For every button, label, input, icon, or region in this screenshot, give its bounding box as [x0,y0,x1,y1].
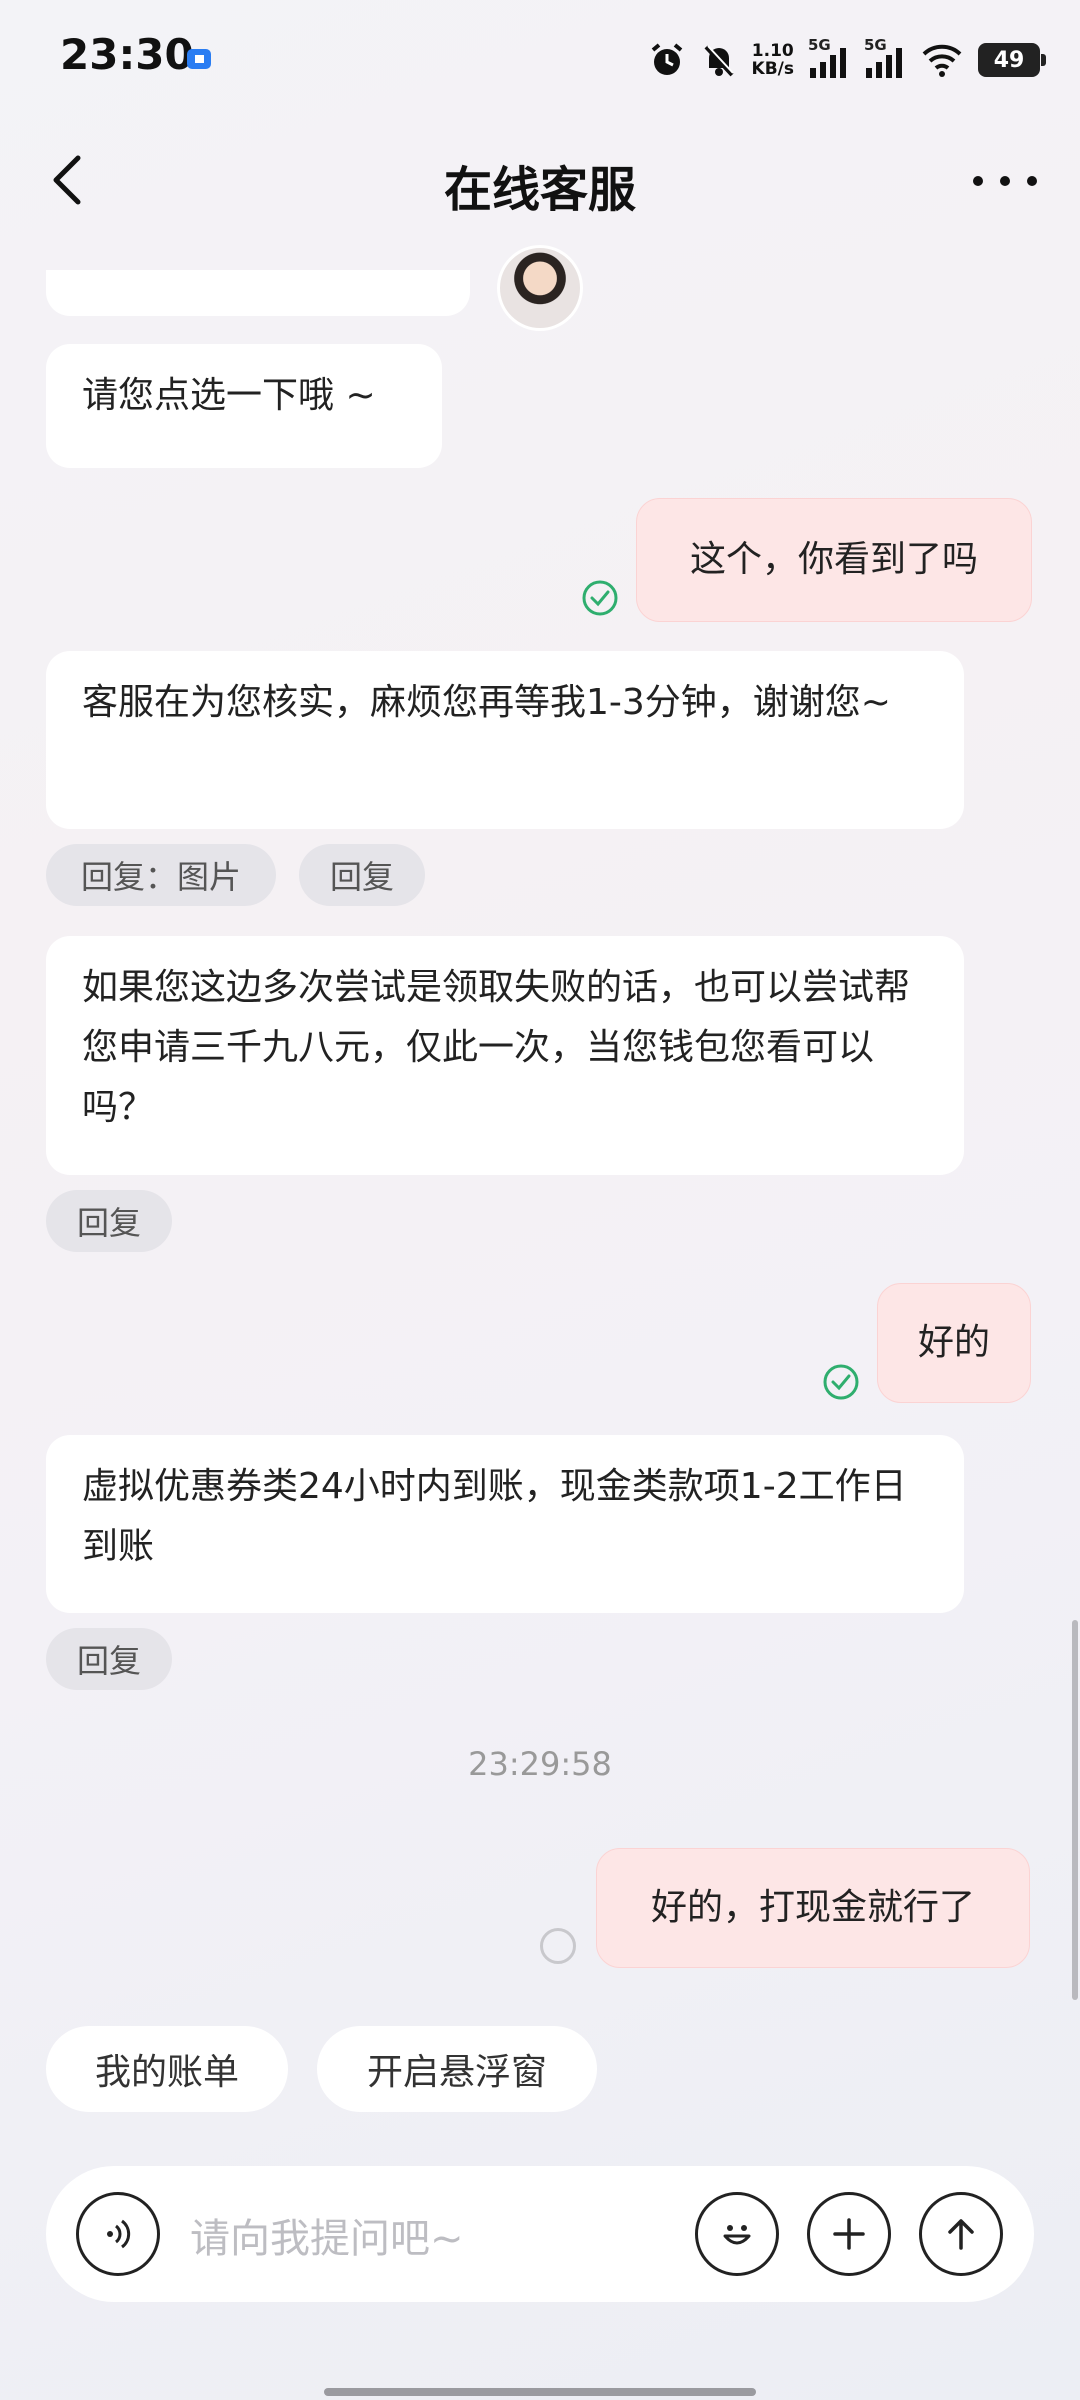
read-check-icon [582,580,618,616]
my-message: 好的 [877,1283,1031,1403]
scrollbar[interactable] [1072,1620,1078,2000]
agent-message: 虚拟优惠券类24小时内到账，现金类款项1-2工作日到账 [46,1435,964,1613]
signal-icon [810,48,846,78]
my-message: 这个，你看到了吗 [636,498,1032,622]
chip-label: 回复 [329,858,394,896]
quick-reply-bill[interactable]: 我的账单 [46,2026,288,2112]
message-text: 好的，打现金就行了 [650,1887,975,1928]
message-text: 这个，你看到了吗 [689,539,978,580]
status-bar: 23:30 1.10 KB/s 5G 5G 49 [0,0,1080,120]
more-button[interactable] [970,166,1040,196]
quick-reply-label: 开启悬浮窗 [366,2052,547,2093]
agent-message: 客服在为您核实，麻烦您再等我1-3分钟，谢谢您~ [46,651,964,829]
add-button[interactable] [807,2192,891,2276]
status-time: 23:30 [60,30,194,79]
quick-reply-floating-window[interactable]: 开启悬浮窗 [317,2026,597,2112]
emoji-icon [723,2225,751,2245]
agent-avatar [497,245,583,331]
status-icons: 1.10 KB/s 5G 5G 49 [648,36,1046,84]
signal-1: 5G [808,36,850,80]
quick-reply-label: 我的账单 [94,2052,239,2093]
read-check-icon [823,1364,859,1400]
wifi-icon [922,44,962,77]
message-text: 虚拟优惠券类24小时内到账，现金类款项1-2工作日到账 [82,1466,907,1567]
net-speed-unit: KB/s [751,59,794,79]
net-speed-value: 1.10 [751,41,794,61]
home-indicator[interactable] [324,2388,756,2396]
message-text: 好的 [917,1322,990,1363]
voice-icon [107,2219,131,2249]
sending-status-icon [540,1928,576,1964]
message-bubble-partial [46,270,470,316]
agent-message: 请您点选一下哦 ~ [46,344,442,468]
input-bar: 请向我提问吧~ [46,2166,1034,2302]
header: 在线客服 [0,130,1080,230]
battery-level: 49 [993,47,1025,73]
my-message: 好的，打现金就行了 [596,1848,1030,1968]
reply-chip[interactable]: 回复 [46,1628,172,1690]
reply-chip[interactable]: 回复 [46,1190,172,1252]
message-input[interactable]: 请向我提问吧~ [190,2206,464,2264]
emoji-button[interactable] [695,2192,779,2276]
alarm-icon [651,43,682,75]
chip-label: 回复：图片 [80,858,241,896]
send-arrow-icon [948,2219,974,2250]
agent-message: 如果您这边多次尝试是领取失败的话，也可以尝试帮您申请三千九八元，仅此一次，当您钱… [46,936,964,1175]
mute-bell-icon [704,45,734,77]
message-timestamp: 23:29:58 [468,1745,612,1783]
chip-label: 回复 [76,1204,141,1242]
plus-icon [833,2218,865,2250]
page-title: 在线客服 [443,162,636,218]
reply-chip[interactable]: 回复 [299,844,425,906]
more-dots-icon [973,176,1037,186]
app-notification-icon [187,49,211,69]
message-text: 客服在为您核实，麻烦您再等我1-3分钟，谢谢您~ [82,682,891,723]
net-speed: 1.10 KB/s [752,42,794,78]
message-text: 请您点选一下哦 ~ [82,375,376,416]
voice-button[interactable] [76,2192,160,2276]
battery-icon: 49 [978,43,1046,77]
signal-icon [866,48,902,78]
message-text: 如果您这边多次尝试是领取失败的话，也可以尝试帮您申请三千九八元，仅此一次，当您钱… [82,967,911,1128]
signal-2: 5G [864,36,906,80]
chip-label: 回复 [76,1642,141,1680]
reply-image-chip[interactable]: 回复：图片 [46,844,276,906]
send-button[interactable] [919,2192,1003,2276]
